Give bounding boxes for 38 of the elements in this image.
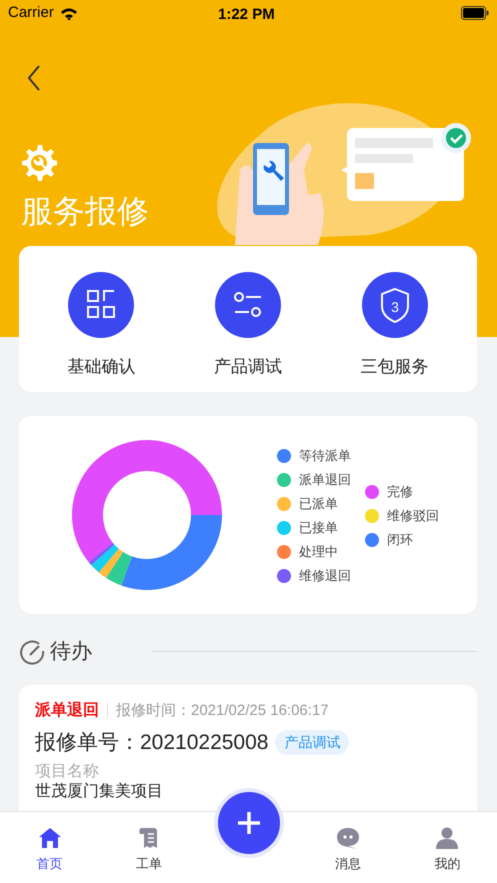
gear-wrench-icon [19, 143, 57, 181]
legend-label: 闭环 [387, 531, 413, 550]
shortcut-label: 基础确认 [67, 356, 136, 378]
work-order-card[interactable]: 派单退回 报修时间：2021/02/25 16:06:17 报修单号：20210225008 产品调试 项目名称 世茂厦门集美项目 [19, 685, 477, 811]
sliders-icon[interactable] [214, 272, 281, 338]
shortcut-label: 产品调试 [214, 356, 282, 378]
chat-icon [336, 826, 360, 850]
section-title: 待办 [50, 639, 92, 665]
legend-label: 等待派单 [299, 447, 351, 466]
carrier-name: Carrier [8, 2, 54, 23]
home-icon [38, 826, 62, 850]
page-title: 服务报修 [21, 192, 149, 231]
shield-icon[interactable]: 3 [362, 272, 428, 338]
project-name: 世茂厦门集美项目 [35, 782, 164, 802]
legend-label: 派单退回 [299, 471, 351, 490]
tab-item[interactable]: 消息 [298, 812, 398, 883]
person-icon [435, 826, 460, 850]
legend-label: 处理中 [299, 543, 338, 562]
wifi-icon [60, 6, 78, 20]
check-circle-icon [19, 638, 45, 665]
report-time: 报修时间：2021/02/25 16:06:17 [116, 700, 329, 721]
order-number: 报修单号：20210225008 [35, 730, 268, 756]
field-label: 项目名称 [35, 762, 100, 782]
status-text: 派单退回 [35, 700, 99, 721]
plus-icon [238, 812, 260, 834]
legend-label: 维修驳回 [387, 507, 439, 526]
legend-label: 已接单 [299, 519, 338, 538]
type-tag: 产品调试 [275, 730, 350, 756]
status-time: 1:22 PM [218, 5, 275, 25]
legend-label: 完修 [387, 483, 413, 502]
legend-label: 已派单 [299, 495, 338, 514]
tab-item[interactable]: 我的 [398, 812, 497, 883]
shortcut-label: 三包服务 [360, 356, 429, 378]
tab-item[interactable]: 首页 [0, 812, 100, 883]
grid-icon[interactable] [68, 272, 134, 338]
legend-label: 维修退回 [299, 567, 351, 586]
tab-item[interactable]: 工单 [99, 812, 199, 883]
battery-icon [461, 6, 489, 20]
